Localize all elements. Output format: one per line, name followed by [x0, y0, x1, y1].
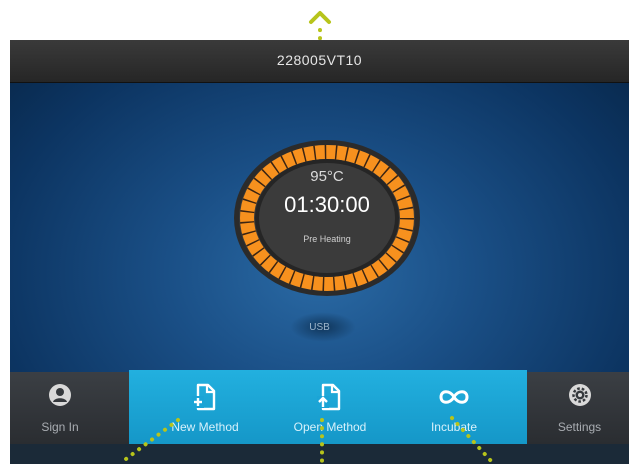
- callout-lines: [120, 416, 494, 464]
